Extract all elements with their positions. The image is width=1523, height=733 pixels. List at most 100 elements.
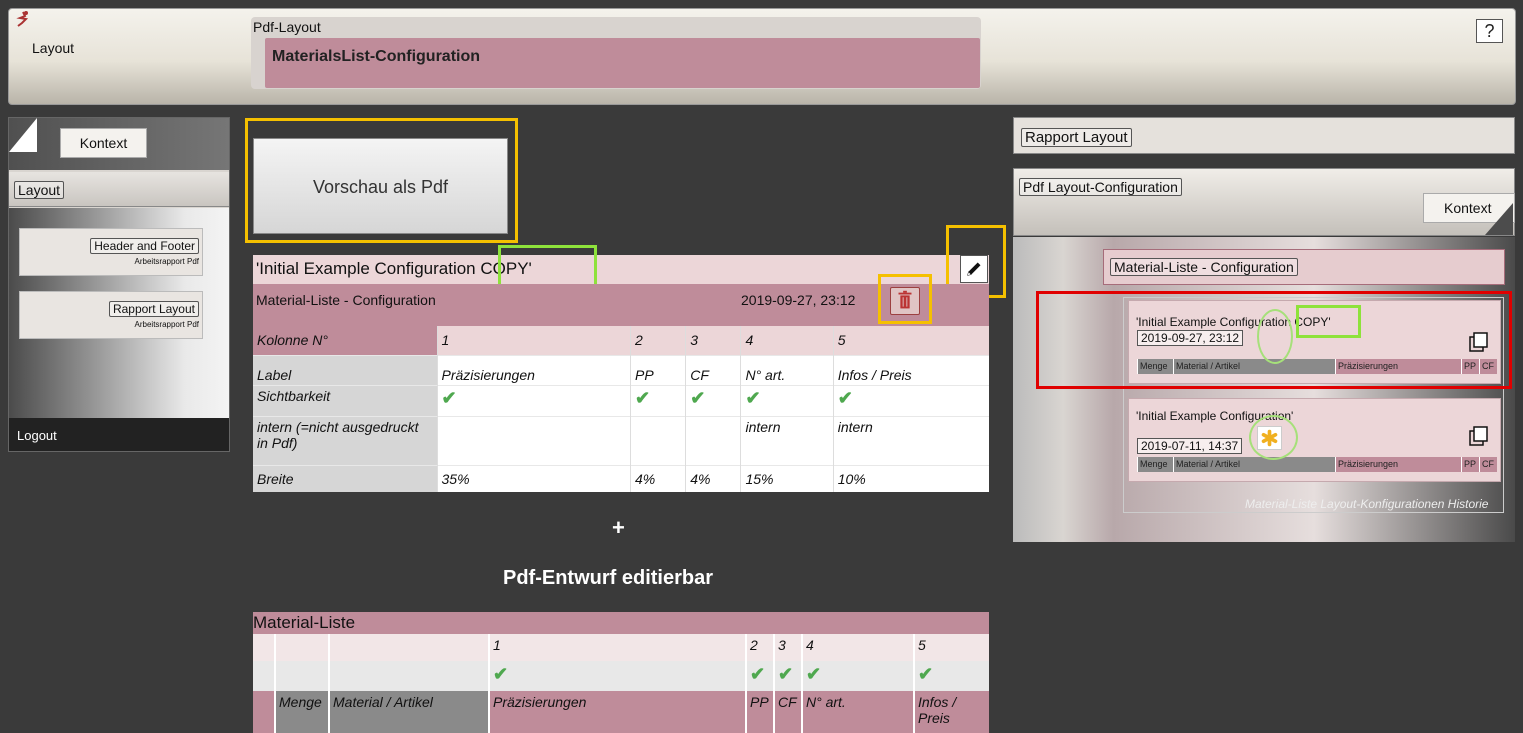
draft-cell <box>328 634 489 661</box>
visibility-cell[interactable]: ✔ <box>740 384 834 416</box>
draft-cell: ✔ <box>773 661 802 691</box>
app-logo-icon <box>16 11 29 27</box>
edit-pencil-icon[interactable] <box>960 255 988 283</box>
intern-cell[interactable]: intern <box>740 415 834 465</box>
config-table: Kolonne N° 1 2 3 4 5 Label Präzisierunge… <box>253 326 989 492</box>
annotation-oval <box>1257 309 1293 364</box>
history-card[interactable]: 'Initial Example Configuration' 2019-07-… <box>1128 398 1501 482</box>
draft-heading: Pdf-Entwurf editierbar <box>503 567 714 589</box>
preview-pdf-button[interactable]: Vorschau als Pdf <box>253 138 508 234</box>
draft-cell <box>274 634 329 661</box>
kontext-button[interactable]: Kontext <box>60 128 147 158</box>
column-label-cell[interactable]: Infos / Preis <box>832 354 989 385</box>
checkmark-icon[interactable]: ✔ <box>442 388 457 408</box>
config-subtitle: Material-Liste - Configuration <box>256 292 436 308</box>
history-caption: Material-Liste Layout-Konfigurationen Hi… <box>1245 497 1489 511</box>
visibility-cell[interactable]: ✔ <box>685 384 741 416</box>
row-header: intern (=nicht ausgedruckt in Pdf) <box>253 415 437 465</box>
help-button[interactable]: ? <box>1476 19 1503 43</box>
pdf-config-tab[interactable]: Pdf Layout-Configuration <box>1019 178 1182 196</box>
draft-table: 1 2 3 4 5 ✔ ✔ ✔ ✔ ✔ Menge Material / Art… <box>253 634 989 733</box>
page-title: MaterialsList-Configuration <box>272 48 481 65</box>
history-mini-columns: Menge Material / Artikel Präzisierungen … <box>1137 457 1497 472</box>
width-cell[interactable]: 4% <box>629 464 686 492</box>
draft-list-title: Material-Liste <box>253 613 356 632</box>
section-label: Pdf-Layout <box>253 19 321 35</box>
intern-cell[interactable] <box>436 415 631 465</box>
checkmark-icon[interactable]: ✔ <box>838 388 853 408</box>
sidebar-item-rapport-layout[interactable]: Rapport Layout Arbeitsrapport Pdf <box>19 291 203 339</box>
draft-cell <box>328 661 489 691</box>
sidebar-item-header-footer[interactable]: Header and Footer Arbeitsrapport Pdf <box>19 228 203 276</box>
annotation-oval <box>1249 415 1298 460</box>
material-config-tab[interactable]: Material-Liste - Configuration <box>1110 258 1298 276</box>
draft-cell: ✔ <box>488 661 746 691</box>
trash-icon[interactable] <box>890 287 920 315</box>
draft-cell: ✔ <box>745 661 774 691</box>
draft-gutter <box>253 634 275 661</box>
rapport-layout-tab[interactable]: Rapport Layout <box>1021 128 1132 147</box>
visibility-cell[interactable]: ✔ <box>832 384 989 416</box>
draft-gutter <box>253 691 275 733</box>
width-cell[interactable]: 4% <box>685 464 741 492</box>
draft-num: 2 <box>745 634 774 661</box>
history-date: 2019-07-11, 14:37 <box>1137 438 1243 454</box>
column-label-cell[interactable]: N° art. <box>740 354 834 385</box>
column-label-cell[interactable]: PP <box>629 354 686 385</box>
checkmark-icon: ✔ <box>806 664 822 684</box>
draft-num: 5 <box>913 634 989 661</box>
column-number: 1 <box>436 326 631 355</box>
draft-header[interactable]: Präzisierungen <box>488 691 746 733</box>
draft-header[interactable]: PP <box>745 691 774 733</box>
copy-icon[interactable] <box>1468 425 1490 447</box>
sidebar-item-label: Rapport Layout <box>108 301 199 317</box>
column-label-cell[interactable]: Präzisierungen <box>436 354 631 385</box>
checkmark-icon: ✔ <box>750 664 766 684</box>
visibility-cell[interactable]: ✔ <box>629 384 686 416</box>
width-cell[interactable]: 35% <box>436 464 631 492</box>
mini-col: CF <box>1479 457 1497 472</box>
row-header: Kolonne N° <box>253 326 437 355</box>
draft-header[interactable]: Infos / Preis <box>913 691 989 733</box>
logout-button[interactable]: Logout <box>17 428 57 443</box>
intern-cell[interactable]: intern <box>832 415 989 465</box>
row-header: Sichtbarkeit <box>253 384 437 416</box>
column-label-cell[interactable]: CF <box>685 354 741 385</box>
column-number: 4 <box>740 326 834 355</box>
visibility-cell[interactable]: ✔ <box>436 384 631 416</box>
config-date: 2019-09-27, 23:12 <box>741 292 856 308</box>
draft-header[interactable]: Material / Artikel <box>328 691 489 733</box>
draft-cell: ✔ <box>913 661 989 691</box>
checkmark-icon[interactable]: ✔ <box>690 388 705 408</box>
width-cell[interactable]: 10% <box>832 464 989 492</box>
checkmark-icon[interactable]: ✔ <box>635 388 650 408</box>
mini-col: Präzisierungen <box>1335 457 1461 472</box>
draft-num: 3 <box>773 634 802 661</box>
sidebar-item-sub: Arbeitsrapport Pdf <box>134 257 199 266</box>
tab-layout[interactable]: Layout <box>14 181 65 199</box>
intern-cell[interactable] <box>629 415 686 465</box>
plus-sign: + <box>612 515 625 540</box>
checkmark-icon: ✔ <box>778 664 794 684</box>
intern-cell[interactable] <box>685 415 741 465</box>
width-cell[interactable]: 15% <box>740 464 834 492</box>
column-number: 5 <box>832 326 989 355</box>
checkmark-icon: ✔ <box>918 664 934 684</box>
row-header: Label <box>253 354 437 385</box>
draft-title-bar <box>253 612 989 634</box>
draft-num: 1 <box>488 634 746 661</box>
checkmark-icon[interactable]: ✔ <box>745 388 760 408</box>
draft-header[interactable]: N° art. <box>801 691 914 733</box>
draft-cell <box>274 661 329 691</box>
sidebar-item-sub: Arbeitsrapport Pdf <box>134 320 199 329</box>
draft-header[interactable]: Menge <box>274 691 329 733</box>
mini-col: Material / Artikel <box>1173 457 1335 472</box>
draft-gutter <box>253 661 275 691</box>
draft-header[interactable]: CF <box>773 691 802 733</box>
column-number: 2 <box>629 326 686 355</box>
app-name: Layout <box>32 40 75 56</box>
copy-highlight-frame-right <box>1296 305 1361 338</box>
config-title: 'Initial Example Configuration COPY' <box>256 259 532 278</box>
mini-col: PP <box>1461 457 1479 472</box>
checkmark-icon: ✔ <box>493 664 509 684</box>
